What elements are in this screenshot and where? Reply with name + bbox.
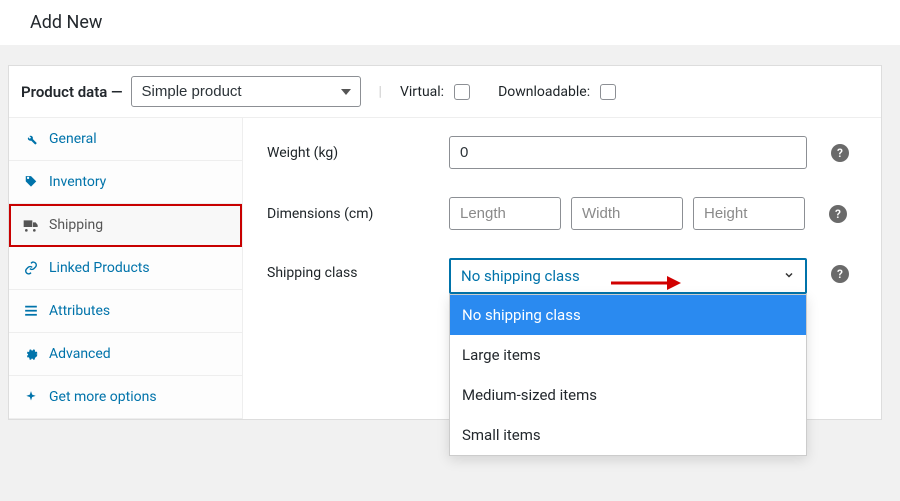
link-icon — [23, 260, 39, 276]
downloadable-checkbox[interactable] — [600, 84, 616, 100]
tag-icon — [23, 174, 39, 190]
sidebar-item-shipping[interactable]: Shipping — [9, 204, 242, 247]
dropdown-option[interactable]: Medium-sized items — [450, 375, 806, 415]
shipping-class-select[interactable]: No shipping class — [449, 258, 807, 294]
list-icon — [23, 303, 39, 319]
sidebar-item-attributes[interactable]: Attributes — [9, 290, 242, 333]
shipping-class-value: No shipping class — [461, 267, 580, 285]
truck-icon — [23, 217, 39, 233]
height-input[interactable] — [693, 197, 805, 230]
dropdown-option[interactable]: Small items — [450, 415, 806, 455]
gear-icon — [23, 346, 39, 362]
dropdown-option[interactable]: Large items — [450, 335, 806, 375]
panel-header: Product data — Simple product | Virtual:… — [9, 66, 881, 118]
sidebar-item-label: Linked Products — [49, 260, 150, 276]
virtual-checkbox[interactable] — [454, 84, 470, 100]
sidebar-item-label: Shipping — [49, 217, 103, 233]
sidebar-item-general[interactable]: General — [9, 118, 242, 161]
sidebar-item-get-more-options[interactable]: Get more options — [9, 376, 242, 419]
product-data-panel: Product data — Simple product | Virtual:… — [8, 65, 882, 420]
sidebar-item-advanced[interactable]: Advanced — [9, 333, 242, 376]
dimensions-label: Dimensions (cm) — [267, 206, 437, 222]
help-icon[interactable]: ? — [831, 265, 849, 283]
wrench-icon — [23, 131, 39, 147]
length-input[interactable] — [449, 197, 561, 230]
downloadable-label: Downloadable: — [498, 84, 590, 100]
sidebar-item-label: Attributes — [49, 303, 110, 319]
weight-row: Weight (kg) ? — [267, 136, 857, 169]
sidebar-item-linked-products[interactable]: Linked Products — [9, 247, 242, 290]
product-type-select[interactable]: Simple product — [131, 76, 361, 107]
sidebar-item-label: Get more options — [49, 389, 157, 405]
sidebar-item-label: Inventory — [49, 174, 106, 190]
sidebar-item-inventory[interactable]: Inventory — [9, 161, 242, 204]
sidebar-item-label: General — [49, 131, 97, 147]
sidebar-item-label: Advanced — [49, 346, 111, 362]
product-data-sidebar: General Inventory Shipping Linked Produc… — [9, 118, 243, 419]
help-icon[interactable]: ? — [831, 144, 849, 162]
dropdown-option[interactable]: No shipping class — [450, 295, 806, 335]
weight-label: Weight (kg) — [267, 145, 437, 161]
separator: | — [379, 84, 382, 100]
virtual-label: Virtual: — [400, 84, 444, 100]
panel-header-title: Product data — — [21, 83, 123, 101]
shipping-class-label: Shipping class — [267, 258, 437, 281]
help-icon[interactable]: ? — [829, 205, 847, 223]
chevron-down-icon — [783, 267, 795, 285]
weight-input[interactable] — [449, 136, 807, 169]
dimensions-row: Dimensions (cm) ? — [267, 197, 857, 230]
spark-icon — [23, 389, 39, 405]
shipping-class-row: Shipping class No shipping class No ship… — [267, 258, 857, 294]
width-input[interactable] — [571, 197, 683, 230]
main-pane: Weight (kg) ? Dimensions (cm) ? Shipping… — [243, 118, 881, 419]
shipping-class-dropdown: No shipping class Large items Medium-siz… — [449, 294, 807, 456]
page-title: Add New — [0, 0, 900, 45]
